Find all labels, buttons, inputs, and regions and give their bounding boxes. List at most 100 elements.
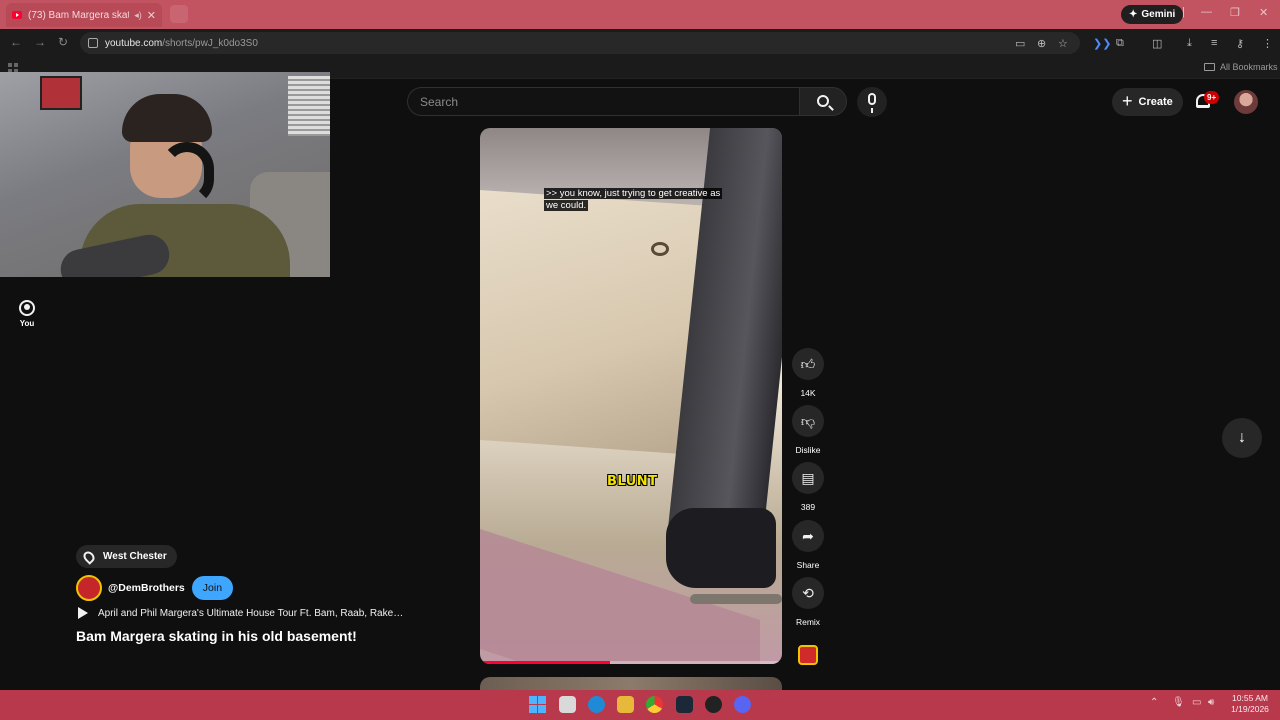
address-bar[interactable]: youtube.com/shorts/pwJ_k0do3S0 — [80, 32, 1080, 54]
chevron-up-icon[interactable]: ⌃ — [1150, 697, 1158, 708]
reload-icon[interactable]: ↻ — [58, 35, 68, 49]
all-bookmarks-label: All Bookmarks — [1220, 62, 1278, 72]
sparkle-icon: ✦ — [1129, 9, 1138, 20]
avatar[interactable] — [1234, 90, 1258, 114]
download-icon[interactable]: ⤓ — [1187, 37, 1192, 50]
divider: | — [1182, 6, 1185, 18]
search-input[interactable]: Search — [407, 87, 799, 116]
new-tab-button[interactable] — [170, 5, 188, 23]
closed-caption: >> you know, just trying to get creative… — [544, 188, 734, 212]
cast-icon[interactable]: ▭ — [1015, 37, 1025, 50]
channel-row: @DemBrothers Join — [76, 575, 234, 601]
network-icon[interactable]: ▭ — [1192, 697, 1201, 708]
remix-icon[interactable]: ⟲ — [792, 577, 824, 609]
comment-count: 389 — [800, 502, 816, 512]
next-short-button[interactable]: ↓ — [1222, 418, 1262, 458]
chrome-browser-icon[interactable] — [646, 696, 663, 713]
volume-icon[interactable]: 🔊︎ — [1208, 697, 1214, 708]
sidebar-item-you[interactable]: You — [12, 300, 42, 328]
related-video-title: April and Phil Margera's Ultimate House … — [98, 607, 404, 619]
forward-icon[interactable]: → — [34, 35, 46, 49]
like-action[interactable]: 👍︎ 14K — [790, 348, 826, 398]
dislike-action[interactable]: 👎︎ Dislike — [790, 405, 826, 455]
voice-search-button[interactable] — [857, 87, 887, 117]
play-icon — [78, 607, 88, 619]
like-count: 14K — [800, 388, 816, 398]
video-bolt — [651, 242, 669, 256]
search-button[interactable] — [799, 87, 847, 116]
folder-icon — [1204, 63, 1215, 71]
related-video-link[interactable]: April and Phil Margera's Ultimate House … — [78, 607, 408, 619]
browser-toolbar: ← → ↻ youtube.com/shorts/pwJ_k0do3S0 ▭ ⊕… — [0, 29, 1280, 57]
wall-poster — [40, 76, 82, 110]
arrow-down-icon: ↓ — [1238, 429, 1246, 446]
comment-icon[interactable]: ▤ — [792, 462, 824, 494]
microphone-icon — [868, 93, 876, 113]
channel-name[interactable]: @DemBrothers — [108, 582, 185, 594]
short-video-player[interactable]: >> you know, just trying to get creative… — [480, 128, 782, 664]
browser-titlebar: (73) Bam Margera skating ◂) ✕ ✦ Gemini |… — [0, 0, 1280, 29]
taskbar-clock[interactable]: 10:55 AM 1/19/2026 — [1224, 693, 1276, 715]
location-chip[interactable]: West Chester — [76, 545, 177, 568]
extension-icon[interactable]: ❯❯ — [1093, 37, 1111, 50]
share-action[interactable]: ➦ Share — [790, 520, 826, 570]
caption-line-2: we could. — [544, 200, 589, 211]
headset-icon — [160, 142, 214, 206]
video-skateboard — [690, 594, 782, 604]
steam-icon[interactable] — [676, 696, 693, 713]
menu-icon[interactable]: ⋮ — [1262, 37, 1273, 50]
back-icon[interactable]: ← — [10, 35, 22, 49]
extensions-puzzle-icon[interactable]: ⧉ — [1116, 37, 1124, 50]
media-control-icon[interactable]: ≡ — [1211, 37, 1217, 49]
zoom-icon[interactable]: ⊕ — [1037, 37, 1046, 50]
youtube-favicon-icon — [12, 11, 22, 19]
account-circle-icon — [19, 300, 35, 316]
video-progress-bar[interactable] — [480, 661, 782, 664]
channel-thumbnail[interactable] — [798, 645, 818, 665]
search-icon — [817, 95, 829, 107]
edge-browser-icon[interactable] — [588, 696, 605, 713]
streamer-hair — [122, 94, 212, 142]
window-close-icon[interactable]: ✕ — [1259, 6, 1268, 19]
thumbs-up-icon[interactable]: 👍︎ — [792, 348, 824, 380]
remix-action[interactable]: ⟲ Remix — [790, 577, 826, 627]
window-blinds — [288, 76, 330, 136]
remix-label: Remix — [795, 617, 821, 627]
clock-date: 1/19/2026 — [1231, 704, 1269, 714]
webcam-overlay — [0, 72, 330, 277]
join-button[interactable]: Join — [191, 576, 234, 600]
audio-playing-icon[interactable]: ◂) — [134, 10, 142, 21]
minimize-icon[interactable]: — — [1201, 6, 1212, 18]
close-tab-icon[interactable]: ✕ — [147, 9, 156, 22]
share-label: Share — [796, 560, 820, 570]
video-text-overlay: BLUNT — [607, 474, 658, 489]
tab-title: (73) Bam Margera skating — [28, 9, 129, 21]
url-host: youtube.com — [105, 37, 163, 49]
windows-start-icon[interactable] — [529, 696, 546, 713]
profile-key-icon[interactable]: ⚷ — [1236, 37, 1244, 50]
discord-icon[interactable] — [734, 696, 751, 713]
split-view-icon[interactable]: ◫ — [1152, 37, 1162, 50]
plus-icon: + — [1122, 90, 1133, 111]
dislike-label: Dislike — [795, 445, 821, 455]
file-explorer-window-icon[interactable] — [559, 696, 576, 713]
create-button[interactable]: + Create — [1112, 88, 1183, 116]
obs-icon[interactable] — [705, 696, 722, 713]
sidebar-item-label: You — [19, 319, 35, 328]
next-short-preview[interactable] — [480, 677, 782, 690]
channel-avatar[interactable] — [76, 575, 102, 601]
microphone-tray-icon[interactable]: 🎙︎ — [1172, 697, 1185, 708]
thumbs-down-icon[interactable]: 👎︎ — [792, 405, 824, 437]
create-label: Create — [1138, 96, 1173, 108]
all-bookmarks-button[interactable]: All Bookmarks — [1204, 62, 1278, 72]
share-arrow-icon[interactable]: ➦ — [792, 520, 824, 552]
folder-icon[interactable] — [617, 696, 634, 713]
browser-tab[interactable]: (73) Bam Margera skating ◂) ✕ — [6, 3, 162, 27]
maximize-icon[interactable]: ❐ — [1230, 6, 1240, 19]
comments-action[interactable]: ▤ 389 — [790, 462, 826, 512]
bookmark-star-icon[interactable]: ☆ — [1058, 37, 1068, 50]
site-info-icon[interactable] — [88, 38, 98, 48]
notification-badge: 9+ — [1204, 91, 1220, 104]
video-ramp — [480, 189, 710, 457]
gemini-button[interactable]: ✦ Gemini — [1121, 5, 1184, 24]
